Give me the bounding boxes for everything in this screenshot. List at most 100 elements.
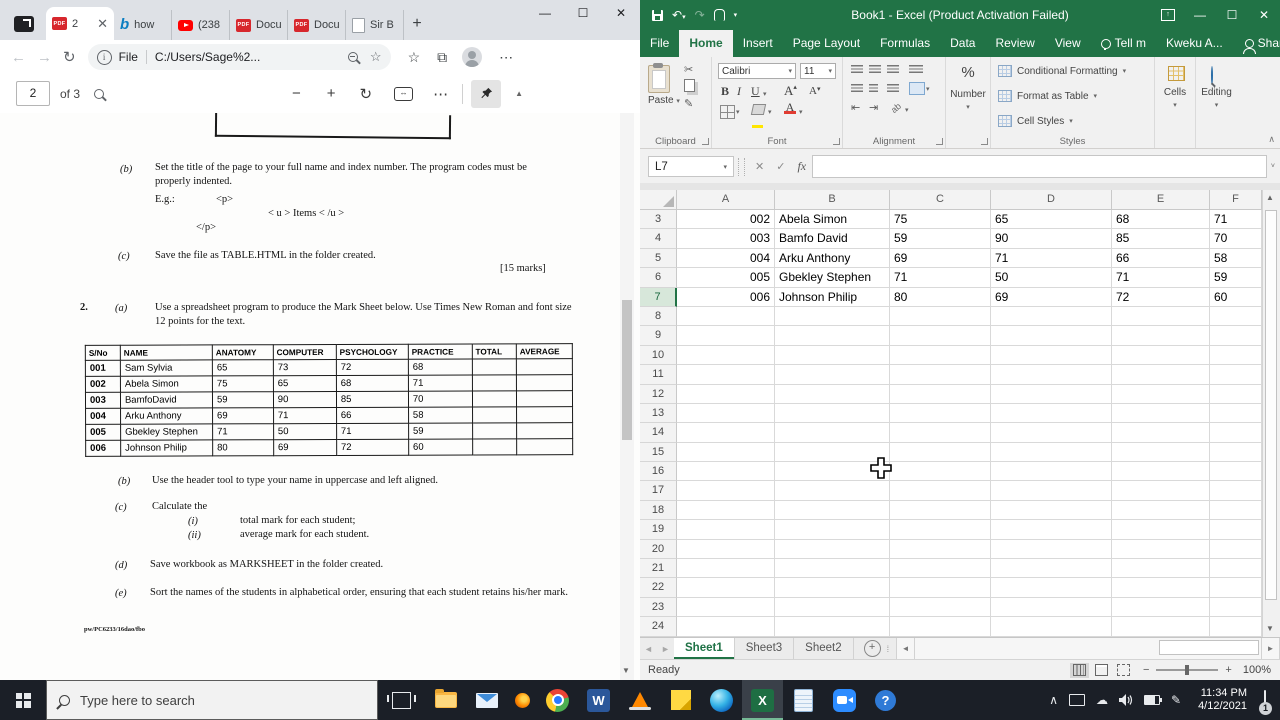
cell-D24[interactable] — [991, 617, 1112, 637]
sheet-tab-sheet2[interactable]: Sheet2 — [794, 638, 854, 659]
row-header-9[interactable]: 9 — [640, 326, 677, 346]
wrap-text-icon[interactable] — [909, 65, 923, 73]
row-header-11[interactable]: 11 — [640, 365, 677, 385]
cell-E19[interactable] — [1112, 520, 1210, 540]
cells-button[interactable]: Cells — [1155, 87, 1195, 98]
cell-A5[interactable]: 004 — [677, 248, 775, 269]
sheet-tab-sheet1[interactable]: Sheet1 — [674, 638, 735, 659]
cell-E7[interactable]: 72 — [1112, 287, 1210, 307]
row-header-22[interactable]: 22 — [640, 578, 677, 598]
scroll-down-icon[interactable]: ▼ — [622, 666, 630, 675]
cell-F13[interactable] — [1210, 403, 1262, 424]
task-view-icon[interactable] — [387, 691, 416, 709]
percent-style-button[interactable]: % — [946, 64, 990, 81]
excel-minimize-button[interactable]: — — [1184, 0, 1216, 30]
onedrive-cloud-icon[interactable]: ☁ — [1096, 693, 1108, 707]
cell-E9[interactable] — [1112, 326, 1210, 346]
volume-icon[interactable] — [1119, 694, 1133, 706]
cell-F6[interactable]: 59 — [1210, 268, 1262, 288]
collapse-ribbon-icon[interactable]: ∧ — [1268, 134, 1275, 145]
cell-B22[interactable] — [775, 578, 890, 598]
qat-customize-icon[interactable]: ▾ — [734, 11, 738, 19]
cell-D21[interactable] — [991, 559, 1112, 579]
cell-A8[interactable] — [677, 306, 775, 327]
cell-F23[interactable] — [1210, 597, 1262, 618]
column-header-C[interactable]: C — [890, 190, 991, 210]
cell-D10[interactable] — [991, 345, 1112, 366]
paste-button[interactable]: Paste ▾ — [648, 95, 680, 106]
start-button[interactable] — [0, 680, 46, 720]
cell-C22[interactable] — [890, 578, 991, 598]
font-dialog-launcher-icon[interactable] — [833, 138, 840, 145]
cell-A7[interactable]: 006 — [677, 287, 775, 307]
row-header-21[interactable]: 21 — [640, 559, 677, 579]
taskbar-chrome[interactable] — [537, 680, 578, 720]
cell-E17[interactable] — [1112, 481, 1210, 501]
new-tab-button[interactable]: + — [404, 11, 430, 37]
cell-B7[interactable]: Johnson Philip — [775, 287, 890, 307]
cell-E5[interactable]: 66 — [1112, 248, 1210, 269]
cell-D8[interactable] — [991, 306, 1112, 327]
row-header-20[interactable]: 20 — [640, 539, 677, 560]
taskbar-edge[interactable] — [701, 680, 742, 720]
pen-icon[interactable]: ✎ — [1171, 693, 1181, 707]
row-header-17[interactable]: 17 — [640, 481, 677, 501]
cell-F21[interactable] — [1210, 559, 1262, 579]
page-info-icon[interactable]: i — [96, 49, 112, 65]
pdf-search-icon[interactable] — [94, 88, 105, 99]
taskbar-notepad[interactable] — [783, 680, 824, 720]
cell-A14[interactable] — [677, 423, 775, 443]
insert-function-icon[interactable]: fx — [797, 159, 806, 174]
cell-D14[interactable] — [991, 423, 1112, 443]
workspaces-icon[interactable] — [14, 16, 34, 32]
cell-F16[interactable] — [1210, 462, 1262, 482]
zoom-out-icon[interactable]: − — [1143, 664, 1149, 676]
row-header-12[interactable]: 12 — [640, 384, 677, 404]
bold-button[interactable]: B — [721, 84, 729, 99]
row-header-23[interactable]: 23 — [640, 597, 677, 618]
touch-mode-icon[interactable] — [713, 9, 725, 21]
cell-B24[interactable] — [775, 617, 890, 637]
cell-D19[interactable] — [991, 520, 1112, 540]
address-bar[interactable]: i File C:/Users/Sage%2... ☆ — [87, 44, 391, 70]
expand-formula-bar-icon[interactable]: ˅ — [1271, 163, 1275, 170]
forward-icon[interactable]: → — [37, 49, 52, 66]
row-header-3[interactable]: 3 — [640, 210, 677, 230]
browser-tab[interactable]: PDF Docu — [288, 10, 346, 40]
hscroll-thumb[interactable] — [1159, 640, 1259, 655]
cell-D7[interactable]: 69 — [991, 287, 1112, 307]
cut-icon[interactable]: ✂ — [684, 63, 693, 76]
cell-C4[interactable]: 59 — [890, 229, 991, 249]
cell-F4[interactable]: 70 — [1210, 229, 1262, 249]
alignment-dialog-launcher-icon[interactable] — [936, 138, 943, 145]
cell-C17[interactable] — [890, 481, 991, 501]
cell-D16[interactable] — [991, 462, 1112, 482]
cell-F8[interactable] — [1210, 306, 1262, 327]
column-header-B[interactable]: B — [775, 190, 890, 210]
underline-dropdown-icon[interactable]: ▾ — [763, 90, 767, 98]
ribbon-tab-data[interactable]: Data — [940, 30, 985, 57]
name-box[interactable]: L7 ▾ — [648, 156, 734, 177]
taskbar-help[interactable]: ? — [865, 680, 906, 720]
align-left-icon[interactable] — [851, 84, 863, 92]
cell-A19[interactable] — [677, 520, 775, 540]
cell-A13[interactable] — [677, 403, 775, 424]
cell-C6[interactable]: 71 — [890, 268, 991, 288]
font-color-button[interactable]: A — [784, 101, 796, 114]
font-color-dropdown-icon[interactable]: ▾ — [799, 108, 803, 116]
cell-E3[interactable]: 68 — [1112, 210, 1210, 230]
redo-icon[interactable]: ↷ — [695, 8, 705, 22]
copy-icon[interactable] — [684, 79, 695, 92]
browser-tab[interactable]: Sir B — [346, 10, 404, 40]
normal-view-icon[interactable] — [1069, 662, 1089, 678]
decrease-indent-icon[interactable]: ⇤ — [851, 101, 860, 114]
select-all-corner[interactable] — [640, 190, 677, 210]
cell-C8[interactable] — [890, 306, 991, 327]
cell-B9[interactable] — [775, 326, 890, 346]
pdf-rotate-icon[interactable]: ↻ — [360, 85, 373, 103]
cell-C21[interactable] — [890, 559, 991, 579]
browser-tab[interactable]: PDF Docu — [230, 10, 288, 40]
zoom-in-icon[interactable]: + — [1225, 664, 1231, 676]
align-bottom-icon[interactable] — [887, 65, 899, 73]
shrink-font-button[interactable]: A▾ — [809, 85, 820, 97]
